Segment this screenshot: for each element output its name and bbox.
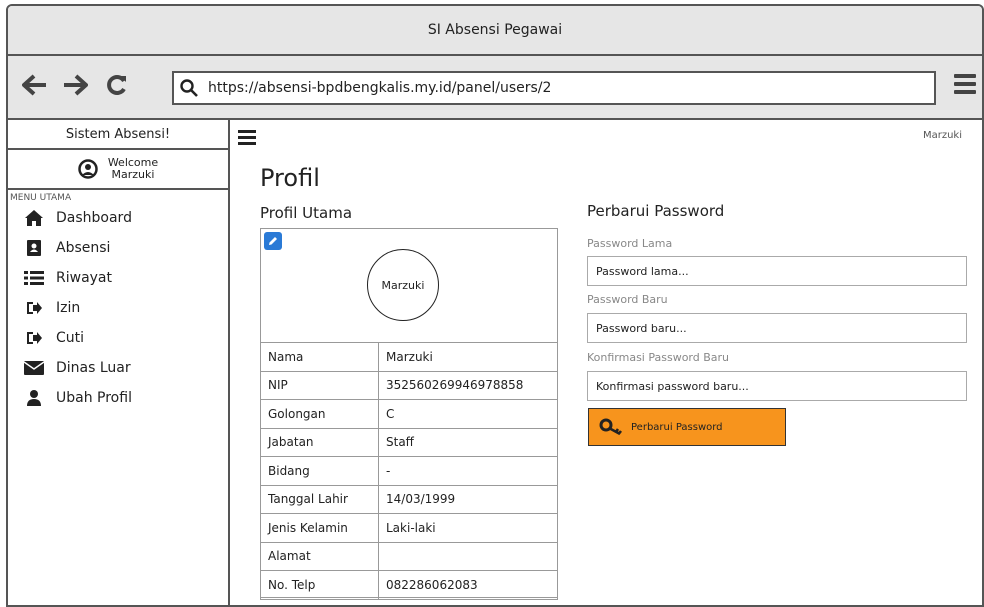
sidebar-item-label: Dashboard bbox=[56, 210, 132, 226]
profile-field-label: Nama bbox=[260, 342, 379, 372]
welcome-block: Welcome Marzuki bbox=[8, 150, 228, 190]
address-book-icon bbox=[24, 239, 44, 257]
window-titlebar: SI Absensi Pegawai bbox=[8, 6, 982, 56]
profile-field-value: - bbox=[378, 456, 558, 486]
old-password-field[interactable]: Password lama... bbox=[587, 256, 967, 286]
profile-field-label: No. Telp bbox=[260, 570, 379, 600]
table-row: No. Telp 082286062083 bbox=[260, 570, 558, 600]
profile-field-label: Alamat bbox=[260, 541, 379, 571]
avatar: Marzuki bbox=[367, 249, 439, 321]
sidebar-item-label: Absensi bbox=[56, 240, 111, 256]
sidebar-item-riwayat[interactable]: Riwayat bbox=[8, 263, 228, 293]
table-row: Tanggal Lahir 14/03/1999 bbox=[260, 484, 558, 514]
user-circle-icon bbox=[78, 159, 98, 179]
url-text: https://absensi-bpdbengkalis.my.id/panel… bbox=[208, 80, 552, 96]
sidebar-item-izin[interactable]: Izin bbox=[8, 293, 228, 323]
profile-field-value: 352560269946978858 bbox=[378, 370, 558, 400]
window-title: SI Absensi Pegawai bbox=[427, 22, 563, 38]
table-row: Jabatan Staff bbox=[260, 427, 558, 457]
search-icon bbox=[180, 79, 198, 97]
profile-field-label: Golongan bbox=[260, 399, 379, 429]
arrow-right-icon[interactable] bbox=[62, 74, 88, 101]
page-title: Profil bbox=[260, 164, 320, 192]
sidebar-item-label: Riwayat bbox=[56, 270, 112, 286]
hamburger-icon[interactable] bbox=[238, 130, 256, 148]
table-row: Nama Marzuki bbox=[260, 342, 558, 372]
profile-section-title: Profil Utama bbox=[260, 204, 353, 222]
sidebar-item-label: Dinas Luar bbox=[56, 360, 131, 376]
edit-icon[interactable] bbox=[264, 232, 282, 250]
sign-in-icon bbox=[24, 329, 44, 347]
header-user-name[interactable]: Marzuki bbox=[923, 130, 962, 141]
profile-field-label: Tanggal Lahir bbox=[260, 484, 379, 514]
new-password-label: Password Baru bbox=[587, 293, 668, 306]
table-row: Alamat bbox=[260, 541, 558, 571]
sidebar-item-label: Cuti bbox=[56, 330, 85, 346]
sidebar-item-dinas-luar[interactable]: Dinas Luar bbox=[8, 353, 228, 383]
sidebar-item-cuti[interactable]: Cuti bbox=[8, 323, 228, 353]
profile-field-value: Staff bbox=[378, 427, 558, 457]
menu-icon[interactable] bbox=[954, 74, 976, 98]
sign-in-icon bbox=[24, 299, 44, 317]
arrow-left-icon[interactable] bbox=[22, 74, 48, 101]
sidebar-app-name: Sistem Absensi! bbox=[8, 120, 228, 150]
profile-card: Marzuki Nama Marzuki NIP 352560269946978858… bbox=[260, 228, 558, 600]
table-row: Golongan C bbox=[260, 399, 558, 429]
main-content: Marzuki Profil Profil Utama Marzuki Nama… bbox=[232, 120, 982, 605]
table-row: NIP 352560269946978858 bbox=[260, 370, 558, 400]
profile-field-value: Marzuki bbox=[378, 342, 558, 372]
list-icon bbox=[24, 269, 44, 287]
profile-field-label: Bidang bbox=[260, 456, 379, 486]
browser-window: SI Absensi Pegawai https://absensi-bpdbe… bbox=[6, 4, 984, 607]
sidebar-item-ubah-profil[interactable]: Ubah Profil bbox=[8, 383, 228, 413]
reload-icon[interactable] bbox=[106, 74, 128, 101]
profile-field-value: C bbox=[378, 399, 558, 429]
welcome-user: Marzuki bbox=[111, 168, 155, 181]
table-row: Jenis Kelamin Laki-laki bbox=[260, 513, 558, 543]
user-icon bbox=[24, 389, 44, 407]
table-row: Bidang - bbox=[260, 456, 558, 486]
profile-field-value bbox=[378, 541, 558, 571]
profile-field-label: Jenis Kelamin bbox=[260, 513, 379, 543]
sidebar-item-absensi[interactable]: Absensi bbox=[8, 233, 228, 263]
home-icon bbox=[24, 209, 44, 227]
new-password-field[interactable]: Password baru... bbox=[587, 313, 967, 343]
avatar-text: Marzuki bbox=[381, 278, 425, 292]
confirm-password-label: Konfirmasi Password Baru bbox=[587, 351, 730, 364]
confirm-password-field[interactable]: Konfirmasi password baru... bbox=[587, 371, 967, 401]
sidebar-item-label: Ubah Profil bbox=[56, 390, 132, 406]
url-bar[interactable]: https://absensi-bpdbengkalis.my.id/panel… bbox=[172, 71, 936, 105]
key-icon bbox=[599, 418, 623, 436]
old-password-label: Password Lama bbox=[587, 237, 673, 250]
profile-field-value: Laki-laki bbox=[378, 513, 558, 543]
profile-field-value: 14/03/1999 bbox=[378, 484, 558, 514]
profile-field-label: Jabatan bbox=[260, 427, 379, 457]
profile-table: Nama Marzuki NIP 352560269946978858 Golongan… bbox=[260, 342, 558, 600]
envelope-icon bbox=[24, 359, 44, 377]
sidebar-item-label: Izin bbox=[56, 300, 81, 316]
update-password-button[interactable]: Perbarui Password bbox=[588, 408, 786, 446]
sidebar-item-dashboard[interactable]: Dashboard bbox=[8, 203, 228, 233]
password-section-title: Perbarui Password bbox=[587, 202, 725, 220]
profile-field-label: NIP bbox=[260, 370, 379, 400]
profile-field-value: 082286062083 bbox=[378, 570, 558, 600]
sidebar: Sistem Absensi! Welcome Marzuki MENU UTA… bbox=[8, 120, 230, 605]
browser-toolbar: https://absensi-bpdbengkalis.my.id/panel… bbox=[8, 56, 982, 120]
menu-caption: MENU UTAMA bbox=[10, 193, 72, 203]
update-password-label: Perbarui Password bbox=[631, 421, 723, 433]
